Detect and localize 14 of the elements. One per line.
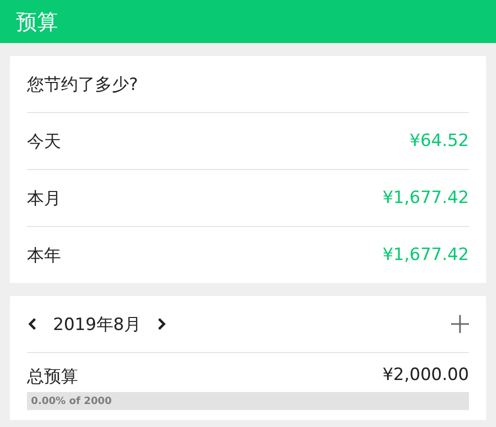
savings-amount: ¥1,677.42	[382, 245, 469, 265]
add-icon[interactable]	[451, 315, 469, 333]
savings-amount: ¥64.52	[410, 131, 469, 151]
period-label: 本月	[27, 188, 61, 210]
next-icon[interactable]	[157, 317, 168, 331]
card-title: 您节约了多少?	[27, 74, 138, 96]
period-label: 今天	[27, 130, 61, 152]
budget-amount: ¥2,000.00	[382, 365, 469, 387]
previous-icon[interactable]	[27, 317, 37, 331]
app-bar-title: 预算	[16, 8, 58, 36]
month-label: 2019年8月	[53, 314, 142, 336]
savings-amount: ¥1,677.42	[382, 188, 469, 208]
period-label: 本年	[27, 244, 61, 266]
budget-label: 总预算	[27, 366, 78, 388]
